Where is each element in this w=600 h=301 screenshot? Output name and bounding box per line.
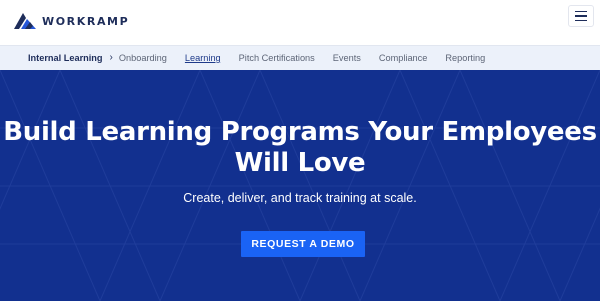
top-bar: WORKRAMP	[0, 0, 600, 45]
nav-item-learning[interactable]: Learning	[185, 53, 221, 63]
workramp-logo[interactable]: WORKRAMP	[14, 13, 129, 29]
hero-title-line-2: Will Love	[234, 148, 366, 178]
hero-title: Build Learning Programs Your Employees W…	[0, 117, 600, 179]
chevron-right-icon: ›	[109, 52, 113, 63]
request-demo-button[interactable]: REQUEST A DEMO	[241, 231, 365, 257]
hero-section: Build Learning Programs Your Employees W…	[0, 70, 600, 301]
hero-subtitle: Create, deliver, and track training at s…	[183, 191, 417, 205]
sub-navigation: Internal Learning › Onboarding Learning …	[0, 45, 600, 70]
nav-item-reporting[interactable]: Reporting	[445, 53, 485, 63]
breadcrumb-root[interactable]: Internal Learning	[28, 53, 103, 63]
nav-item-events[interactable]: Events	[333, 53, 361, 63]
nav-item-pitch-certifications[interactable]: Pitch Certifications	[239, 53, 315, 63]
hero-background-pattern	[0, 70, 600, 301]
nav-item-compliance[interactable]: Compliance	[379, 53, 428, 63]
hero-title-line-1: Build Learning Programs Your Employees	[3, 117, 597, 147]
nav-item-onboarding[interactable]: Onboarding	[119, 53, 167, 63]
logo-text: WORKRAMP	[42, 14, 130, 28]
hamburger-menu-icon[interactable]	[568, 5, 594, 27]
workramp-mark-icon	[14, 13, 36, 29]
